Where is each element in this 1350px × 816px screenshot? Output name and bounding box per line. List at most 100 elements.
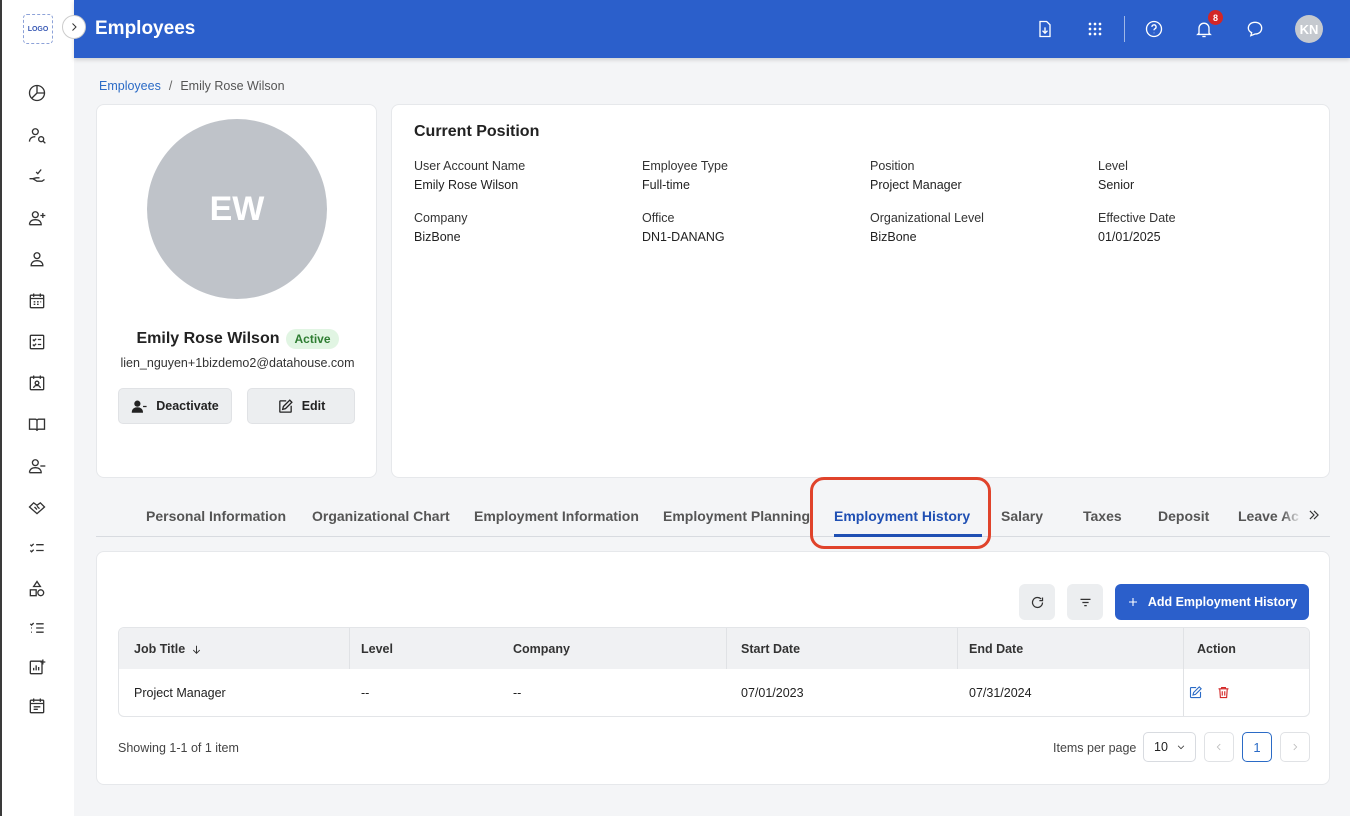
report-add-icon[interactable] (26, 656, 48, 678)
download-file-icon[interactable] (1033, 17, 1057, 41)
items-per-page-label: Items per page (1053, 741, 1137, 755)
field-value: Full-time (642, 178, 690, 192)
plus-icon (1128, 598, 1137, 606)
employment-history-card: Add Employment History Job Title Level C… (96, 551, 1330, 785)
column-divider (349, 628, 350, 669)
checklist-icon[interactable] (26, 331, 48, 353)
employee-tabs: Personal Information Organizational Char… (96, 498, 1330, 537)
column-divider (726, 628, 727, 669)
tab-organizational-chart[interactable]: Organizational Chart (312, 508, 450, 524)
add-employment-history-button[interactable]: Add Employment History (1115, 584, 1309, 620)
handshake-icon[interactable] (26, 496, 48, 518)
chat-icon[interactable] (1243, 17, 1267, 41)
prev-page-button[interactable] (1204, 732, 1234, 762)
apps-grid-icon[interactable] (1083, 17, 1107, 41)
field-label: Employee Type (642, 159, 728, 173)
user-icon[interactable] (26, 248, 48, 270)
field-value: Senior (1098, 178, 1135, 192)
items-per-page-value: 10 (1154, 740, 1168, 754)
field-value: Emily Rose Wilson (414, 178, 519, 192)
ordered-list-icon[interactable] (26, 617, 48, 639)
current-position-title: Current Position (414, 123, 540, 140)
field-value: DN1-DANANG (642, 230, 725, 244)
edit-button[interactable]: Edit (247, 388, 355, 424)
field-label: Company (414, 211, 468, 225)
dashboard-pie-icon[interactable] (26, 82, 48, 104)
cell-company: -- (513, 686, 522, 700)
calendar-icon[interactable] (26, 290, 48, 312)
cell-job-title: Project Manager (134, 686, 226, 700)
tab-personal-information[interactable]: Personal Information (146, 508, 286, 524)
chevron-right-icon (1293, 743, 1298, 751)
double-chevron-right-icon (1309, 510, 1319, 520)
help-icon[interactable] (1142, 17, 1166, 41)
user-remove-icon[interactable] (26, 455, 48, 477)
event-note-icon[interactable] (26, 695, 48, 717)
highlight-annotation (810, 477, 991, 549)
field-user-account-name: User Account Name Emily Rose Wilson (414, 159, 634, 192)
cell-start-date: 07/01/2023 (741, 686, 804, 700)
book-icon[interactable] (26, 414, 48, 436)
header-divider (1124, 16, 1125, 42)
column-header-end-date: End Date (969, 642, 1024, 656)
user-remove-icon (131, 400, 147, 413)
column-header-job-title[interactable]: Job Title (134, 642, 203, 656)
items-per-page-select[interactable]: 10 (1143, 732, 1196, 762)
task-list-icon[interactable] (26, 537, 48, 559)
current-position-card: Current Position User Account Name Emily … (391, 104, 1330, 478)
profile-name: Emily Rose Wilson (136, 330, 280, 347)
column-header-label: Job Title (134, 642, 186, 656)
field-employee-type: Employee Type Full-time (642, 159, 862, 192)
chevron-right-icon (72, 23, 77, 31)
chevron-left-icon (1216, 743, 1221, 751)
tab-deposit[interactable]: Deposit (1158, 508, 1209, 524)
tab-employment-planning[interactable]: Employment Planning (663, 508, 810, 524)
tab-taxes[interactable]: Taxes (1083, 508, 1122, 524)
pagination-summary: Showing 1-1 of 1 item (118, 741, 239, 755)
field-level: Level Senior (1098, 159, 1318, 192)
employment-history-table: Job Title Level Company Start Date End D… (118, 627, 1310, 717)
shapes-icon[interactable] (26, 578, 48, 600)
edit-icon (278, 398, 293, 413)
tabs-scroll-right-button[interactable] (1304, 505, 1324, 525)
field-label: Organizational Level (870, 211, 984, 225)
field-label: Level (1098, 159, 1128, 173)
table-header: Job Title Level Company Start Date End D… (119, 628, 1309, 669)
user-add-icon[interactable] (26, 207, 48, 229)
page-number-button[interactable]: 1 (1242, 732, 1272, 762)
filter-icon (1080, 598, 1090, 606)
row-delete-button[interactable] (1216, 685, 1232, 701)
tab-overflow-fade (1282, 505, 1302, 531)
column-header-action: Action (1197, 642, 1236, 656)
field-value: BizBone (414, 230, 461, 244)
sidebar: LOGO (2, 0, 74, 816)
row-edit-button[interactable] (1188, 685, 1204, 701)
contact-card-icon[interactable] (26, 372, 48, 394)
deactivate-button[interactable]: Deactivate (118, 388, 232, 424)
edit-button-label: Edit (301, 399, 326, 413)
field-effective-date: Effective Date 01/01/2025 (1098, 211, 1318, 244)
user-search-icon[interactable] (26, 124, 48, 146)
app-logo[interactable]: LOGO (23, 14, 53, 44)
breadcrumb-employees-link[interactable]: Employees (99, 79, 161, 93)
field-label: Effective Date (1098, 211, 1176, 225)
sort-arrow-down-icon[interactable] (190, 643, 203, 656)
field-organizational-level: Organizational Level BizBone (870, 211, 1090, 244)
filter-button[interactable] (1067, 584, 1103, 620)
profile-avatar: EW (147, 119, 327, 299)
column-header-start-date: Start Date (741, 642, 801, 656)
tab-salary[interactable]: Salary (1001, 508, 1043, 524)
tab-employment-information[interactable]: Employment Information (474, 508, 639, 524)
sidebar-toggle-button[interactable] (62, 15, 86, 39)
next-page-button[interactable] (1280, 732, 1310, 762)
refresh-icon (1031, 596, 1043, 608)
field-label: Office (642, 211, 675, 225)
field-value: 01/01/2025 (1098, 230, 1161, 244)
cell-level: -- (361, 686, 370, 700)
field-label: Position (870, 159, 915, 173)
user-avatar[interactable]: KN (1295, 15, 1323, 43)
profile-email: lien_nguyen+1bizdemo2@datahouse.com (120, 356, 355, 370)
hand-check-icon[interactable] (26, 166, 48, 188)
top-header: Employees 8 KN (62, 0, 1350, 58)
refresh-button[interactable] (1019, 584, 1055, 620)
